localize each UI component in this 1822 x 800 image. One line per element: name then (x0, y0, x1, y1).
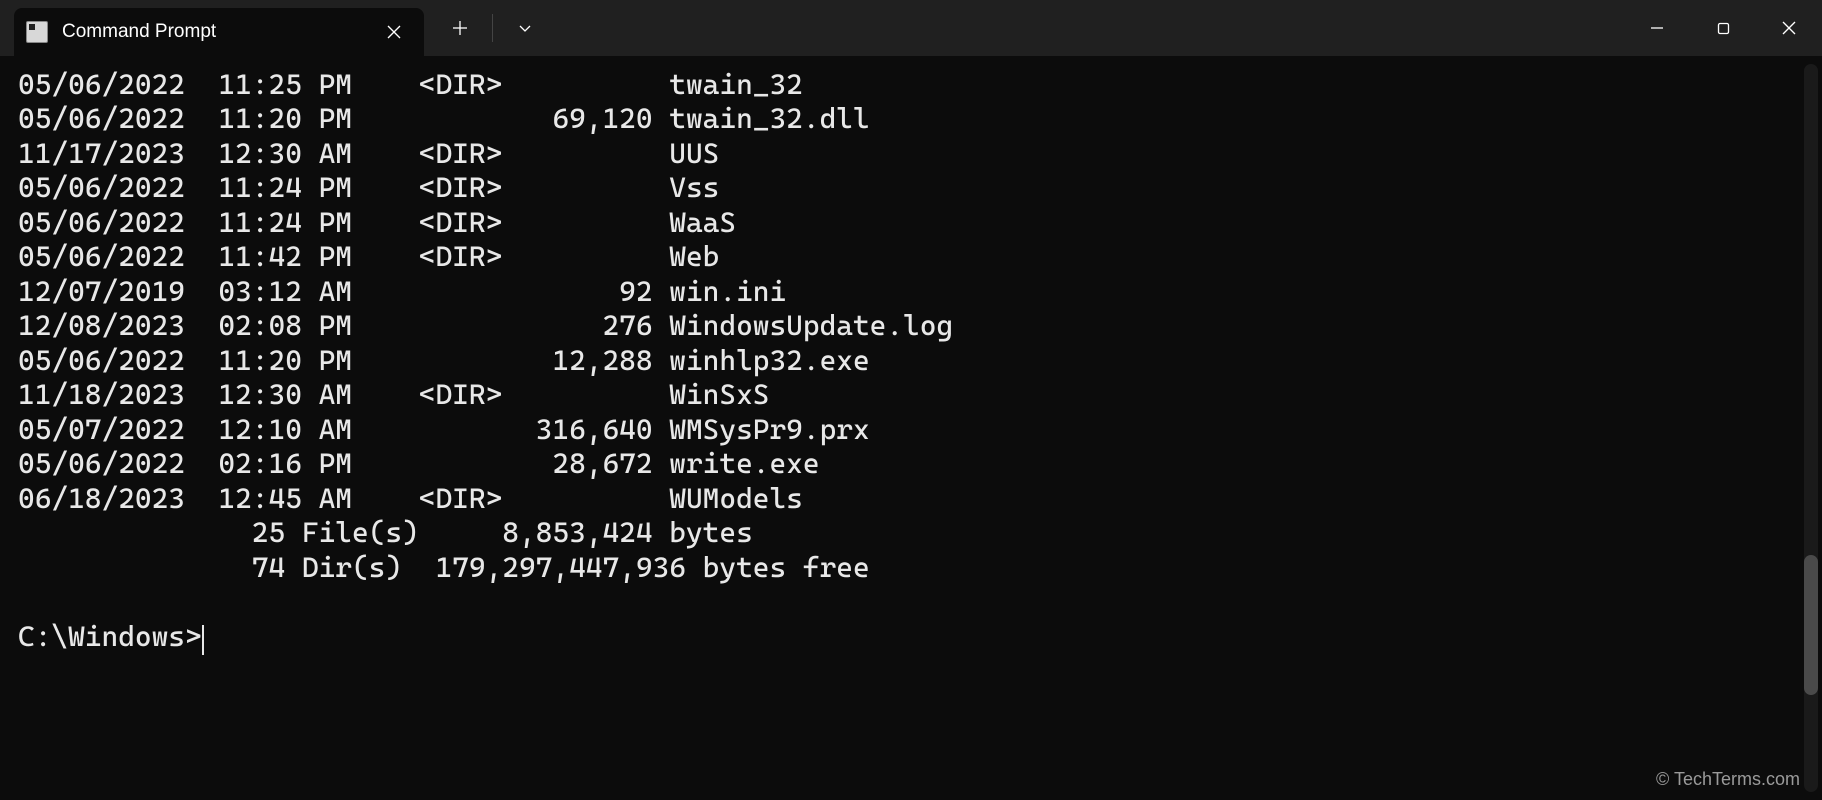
separator (492, 14, 493, 42)
minimize-button[interactable] (1624, 0, 1690, 56)
tab-title: Command Prompt (62, 21, 380, 43)
active-tab[interactable]: Command Prompt (14, 8, 424, 56)
cursor (202, 625, 204, 655)
maximize-button[interactable] (1690, 0, 1756, 56)
window-controls (1624, 0, 1822, 56)
tab-actions (424, 0, 553, 56)
titlebar: Command Prompt (0, 0, 1822, 56)
scrollbar-thumb[interactable] (1804, 555, 1818, 695)
close-window-button[interactable] (1756, 0, 1822, 56)
cmd-icon (26, 21, 48, 43)
watermark: © TechTerms.com (1656, 769, 1800, 790)
terminal-output[interactable]: 05/06/2022 11:25 PM <DIR> twain_32 05/06… (0, 56, 1822, 654)
tab-dropdown-button[interactable] (497, 0, 553, 56)
close-tab-button[interactable] (380, 18, 408, 46)
new-tab-button[interactable] (432, 0, 488, 56)
prompt[interactable]: C:\Windows> (18, 620, 202, 653)
